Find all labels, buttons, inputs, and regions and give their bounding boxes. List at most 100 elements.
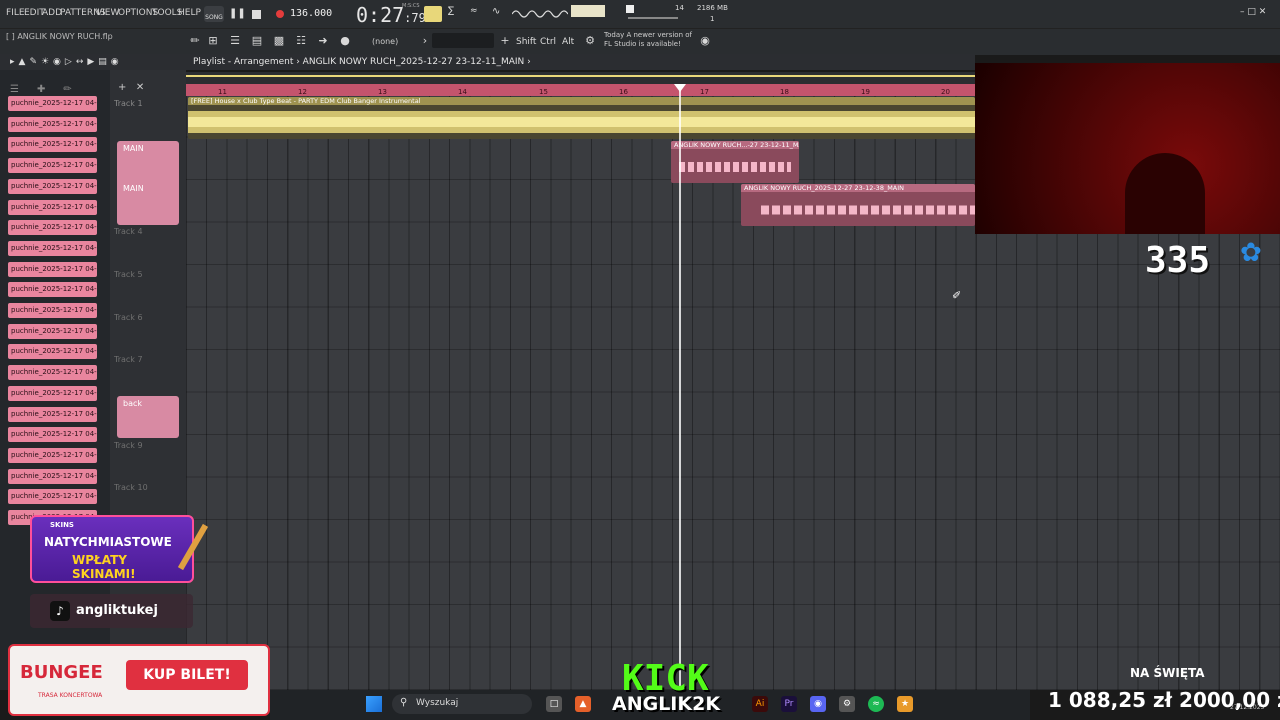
picker-clip-item[interactable]: puchnie_2025-12-17 04-... — [8, 199, 97, 215]
chevron-right-icon[interactable]: › — [418, 35, 432, 47]
brush-icon[interactable]: ✏ — [188, 35, 202, 47]
playhead[interactable] — [679, 84, 681, 690]
picker-clip-item[interactable]: puchnie_2025-12-17 04-... — [8, 96, 97, 111]
picker-clip-item[interactable]: puchnie_2025-12-17 04-... — [8, 261, 97, 277]
bungee-subtitle: TRASA KONCERTOWA — [38, 692, 103, 699]
time-main: 0:27 — [356, 3, 405, 27]
microphone-icon[interactable]: ● — [338, 35, 352, 47]
track-main-header[interactable]: MAIN MAIN — [117, 141, 179, 225]
menu-view[interactable]: VIEW — [96, 8, 119, 18]
picker-clip-item[interactable]: puchnie_2025-12-17 04-... — [8, 158, 97, 174]
picker-clip-item[interactable]: puchnie_2025-12-17 04-... — [8, 468, 97, 484]
vocal-1-waveform — [679, 162, 791, 172]
beat-audio-clip[interactable]: [FREE] House x Club Type Beat - PARTY ED… — [188, 97, 975, 139]
task-view-icon[interactable]: □ — [546, 696, 562, 712]
windows-start-icon[interactable] — [366, 696, 382, 712]
beat-clip-title: [FREE] House x Club Type Beat - PARTY ED… — [191, 97, 421, 105]
add-track-icon[interactable]: + ✕ — [118, 82, 144, 93]
picker-clip-item[interactable]: puchnie_2025-12-17 04-... — [8, 303, 97, 318]
ctrl-key[interactable]: Ctrl — [540, 37, 556, 47]
playhead-marker-icon[interactable] — [674, 84, 686, 92]
track-4-label[interactable]: Track 4 — [114, 227, 143, 236]
picker-clip-item[interactable]: puchnie_2025-12-17 04-... — [8, 385, 97, 401]
premiere-icon[interactable]: Pr — [781, 696, 797, 712]
playlist-tools[interactable]: ▸▲✎☀◉▷↔▶▤◉ — [10, 57, 123, 67]
track-5-label[interactable]: Track 5 — [114, 270, 143, 279]
picker-clip-item[interactable]: puchnie_2025-12-17 04-... — [8, 406, 97, 422]
metronome-toggle[interactable] — [424, 6, 442, 22]
ruler-bar-17: 17 — [700, 88, 709, 96]
playlist-icon[interactable]: ☰ — [228, 35, 242, 47]
picker-clip-item[interactable]: puchnie_2025-12-17 04-... — [8, 240, 97, 256]
channel-rack-icon[interactable]: ▩ — [272, 35, 286, 47]
picker-clip-item[interactable]: puchnie_2025-12-17 04-... — [8, 344, 97, 360]
news-line-2: FL Studio is available! — [604, 40, 681, 48]
track-back-header[interactable]: back — [117, 396, 179, 438]
piano-roll-icon[interactable]: ▤ — [250, 35, 264, 47]
add-pattern-icon[interactable]: + — [498, 35, 512, 47]
discord-icon[interactable]: ◉ — [810, 696, 826, 712]
bungee-ad-banner: BUNGEE KUP BILET! TRASA KONCERTOWA — [8, 644, 270, 716]
picker-clip-item[interactable]: puchnie_2025-12-17 04-... — [8, 427, 97, 443]
ruler-bar-19: 19 — [861, 88, 870, 96]
tempo-display[interactable]: 136.000 — [290, 8, 332, 19]
track-1-header[interactable]: Track 1 — [114, 99, 143, 109]
track-9-label[interactable]: Track 9 — [114, 441, 143, 450]
playlist-breadcrumb: Playlist - Arrangement › ANGLIK NOWY RUC… — [193, 57, 531, 67]
step-edit-icon[interactable]: ∑ — [448, 6, 464, 22]
menu-file[interactable]: FILE — [6, 8, 25, 18]
song-mode-label: SONG — [205, 14, 223, 21]
picker-clip-item[interactable]: puchnie_2025-12-17 04-... — [8, 447, 97, 463]
search-icon: ⚲ — [400, 697, 408, 708]
vocal-clip-2[interactable]: ANGLIK NOWY RUCH_2025-12-27 23-12-38_MAI… — [741, 184, 975, 226]
menu-help[interactable]: HELP — [178, 8, 201, 18]
globe-icon[interactable]: ◉ — [698, 35, 712, 47]
stop-button[interactable] — [252, 10, 261, 19]
next-icon[interactable]: ➜ — [316, 35, 330, 47]
brave-icon[interactable]: ▲ — [575, 696, 591, 712]
master-volume-slider[interactable] — [628, 17, 678, 19]
picker-clip-item[interactable]: puchnie_2025-12-17 04-... — [8, 116, 97, 132]
picker-clip-item[interactable]: puchnie_2025-12-17 04-... — [8, 220, 97, 236]
master-mute-icon[interactable] — [626, 5, 634, 13]
picker-clip-item[interactable]: puchnie_2025-12-17 04-... — [8, 282, 97, 298]
vocal-clip-1[interactable]: ANGLIK NOWY RUCH...-27 23-12-11_MAIN — [671, 141, 799, 183]
picker-clip-item[interactable]: puchnie_2025-12-17 04-... — [8, 489, 97, 505]
spotify-icon[interactable]: ≈ — [868, 696, 884, 712]
pattern-selector[interactable]: (none) — [372, 37, 398, 46]
pattern-input[interactable] — [432, 33, 494, 48]
picker-clip-item[interactable]: puchnie_2025-12-17 04-... — [8, 365, 97, 381]
track-10-label[interactable]: Track 10 — [114, 483, 148, 492]
vocal-2-waveform — [761, 205, 975, 215]
shift-key[interactable]: Shift — [516, 37, 536, 47]
picker-clip-item[interactable]: puchnie_2025-12-17 04-... — [8, 323, 97, 339]
overview-strip[interactable] — [186, 72, 975, 84]
skins-ad-banner: SKINS NATYCHMIASTOWE WPŁATY SKINAMI! — [30, 515, 194, 583]
window-controls[interactable]: – □ ✕ — [1240, 7, 1266, 17]
settings-icon[interactable]: ⚙ — [839, 696, 855, 712]
waveform-monitor — [512, 10, 568, 18]
taskbar-search[interactable]: ⚲ Wyszukaj — [392, 694, 532, 714]
alt-key[interactable]: Alt — [562, 37, 574, 47]
viewer-count: 335 — [1145, 240, 1211, 281]
picker-clip-item[interactable]: puchnie_2025-12-17 04-... — [8, 137, 97, 153]
news-icon[interactable]: ⚙ — [583, 35, 597, 47]
goal-label: NA ŚWIĘTA — [1130, 666, 1205, 680]
snap-icon[interactable]: ⊞ — [206, 35, 220, 47]
loop-record-icon[interactable]: ∿ — [492, 6, 508, 22]
tiktok-icon: ♪ — [50, 601, 70, 621]
ruler-bar-13: 13 — [378, 88, 387, 96]
news-panel[interactable]: Today A newer version of FL Studio is ava… — [604, 31, 692, 49]
track-6-label[interactable]: Track 6 — [114, 313, 143, 322]
track-7-label[interactable]: Track 7 — [114, 355, 143, 364]
fl-studio-icon[interactable]: ★ — [897, 696, 913, 712]
picker-tools[interactable]: ☰✚✏ — [10, 84, 90, 95]
illustrator-icon[interactable]: Ai — [752, 696, 768, 712]
song-mode-toggle[interactable]: SONG — [204, 6, 224, 22]
mixer-icon[interactable]: ☷ — [294, 35, 308, 47]
pause-button[interactable]: ❚❚ — [229, 6, 246, 22]
record-button[interactable] — [276, 10, 284, 18]
blend-icon[interactable]: ≈ — [470, 6, 486, 22]
kick-channel-name: ANGLIK2K — [612, 693, 721, 715]
picker-clip-item[interactable]: puchnie_2025-12-17 04-... — [8, 178, 97, 194]
